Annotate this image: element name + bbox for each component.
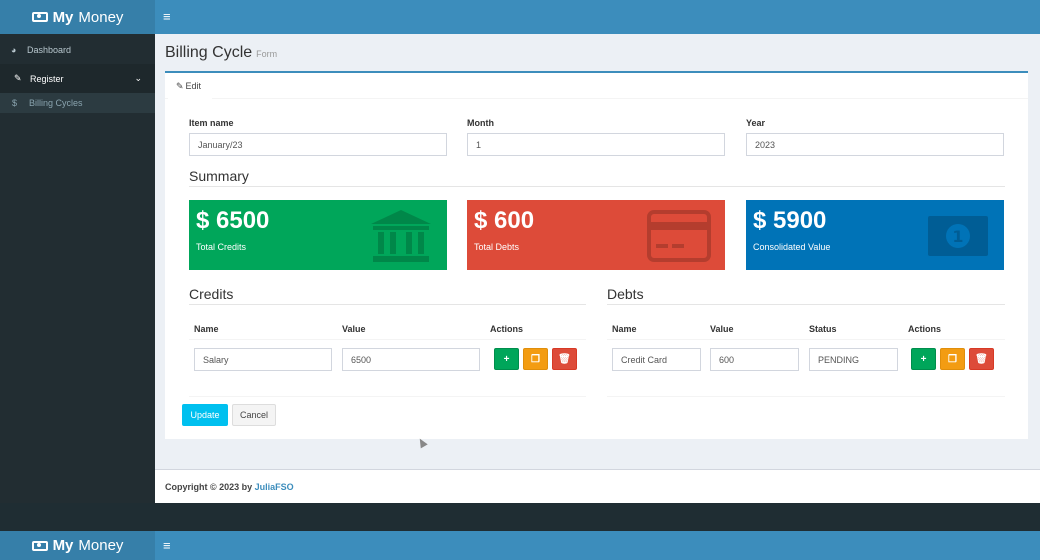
sidebar-subitem-billing-cycles[interactable]: $ Billing Cycles xyxy=(0,93,155,113)
delete-debt-button[interactable]: 🗑 xyxy=(969,348,994,370)
plus-icon: + xyxy=(920,353,927,365)
footer: Copyright © 2023 by JuliaFSO xyxy=(155,469,1040,503)
debts-header-value: Value xyxy=(710,324,734,334)
cancel-button[interactable]: Cancel xyxy=(232,404,276,426)
credits-legend: Credits xyxy=(189,286,586,305)
money-icon xyxy=(31,540,48,551)
clone-icon: ❐ xyxy=(531,353,540,365)
credits-header-divider xyxy=(189,339,586,340)
dashboard-icon: ◕ xyxy=(11,44,17,55)
debts-footer-divider xyxy=(607,396,1005,397)
logo-text: Money xyxy=(78,537,124,554)
logo-text: Money xyxy=(78,8,124,26)
app-window: My Money ≡ ◕ Dashboard ✎ Register ⌄ $ Bi… xyxy=(0,0,1040,503)
trash-icon: 🗑 xyxy=(558,353,571,365)
credits-header-value: Value xyxy=(342,324,366,334)
summary-legend: Summary xyxy=(189,168,1005,187)
year-input[interactable]: 2023 xyxy=(746,133,1004,156)
sidebar: ◕ Dashboard ✎ Register ⌄ $ Billing Cycle… xyxy=(0,34,155,503)
total-credits-label: Total Credits xyxy=(196,242,247,252)
logo-bold: My xyxy=(52,8,74,26)
add-debt-button[interactable]: + xyxy=(911,348,936,370)
dollar-icon: $ xyxy=(12,98,18,108)
bank-icon xyxy=(371,210,431,262)
item-name-label: Item name xyxy=(189,118,234,128)
total-credits-card: $ 6500 Total Credits xyxy=(189,200,447,270)
footer-copyright: Copyright © 2023 by xyxy=(165,481,253,492)
debt-status-input[interactable]: PENDING xyxy=(809,348,898,371)
sidebar-item-dashboard[interactable]: ◕ Dashboard xyxy=(0,35,155,64)
update-button[interactable]: Update xyxy=(182,404,228,426)
credit-card-icon xyxy=(647,210,711,262)
svg-text:1: 1 xyxy=(952,227,963,246)
delete-credit-button[interactable]: 🗑 xyxy=(552,348,577,370)
trash-icon: 🗑 xyxy=(975,353,988,365)
sidebar-item-label: Dashboard xyxy=(27,44,72,55)
money-icon: 1 xyxy=(928,216,988,256)
clone-debt-button[interactable]: ❐ xyxy=(940,348,965,370)
page-header: Billing Cycle Form xyxy=(165,44,277,62)
debts-header-actions: Actions xyxy=(908,324,942,334)
page-title: Billing Cycle xyxy=(165,44,253,61)
total-debts-card: $ 600 Total Debts xyxy=(467,200,725,270)
debt-name-input[interactable]: Credit Card xyxy=(612,348,701,371)
consolidated-value-card: $ 5900 Consolidated Value 1 xyxy=(746,200,1004,270)
debts-legend: Debts xyxy=(607,286,1005,305)
debt-value-input[interactable]: 600 xyxy=(710,348,799,371)
credit-value-input[interactable]: 6500 xyxy=(342,348,480,371)
tab-divider xyxy=(165,98,1028,99)
total-debts-value: $ 600 xyxy=(474,207,535,234)
second-window-navbar: My Money ≡ xyxy=(0,531,1040,560)
month-input[interactable]: 1 xyxy=(467,133,725,156)
chevron-down-icon: ⌄ xyxy=(134,73,142,83)
total-credits-value: $ 6500 xyxy=(196,207,270,234)
credit-name-input[interactable]: Salary xyxy=(194,348,332,371)
consolidated-value: $ 5900 xyxy=(753,207,827,234)
consolidated-value-label: Consolidated Value xyxy=(753,242,831,252)
clone-credit-button[interactable]: ❐ xyxy=(523,348,548,370)
page-subtitle: Form xyxy=(256,49,278,59)
tab-edit[interactable]: ✎ Edit xyxy=(168,71,212,99)
sidebar-item-register[interactable]: ✎ Register ⌄ xyxy=(0,64,155,93)
footer-brand-link[interactable]: JuliaFSO xyxy=(255,482,294,492)
logo[interactable]: My Money xyxy=(0,531,155,560)
logo-bold: My xyxy=(52,537,74,554)
sidebar-subitem-label: Billing Cycles xyxy=(29,98,83,108)
credits-header-name: Name xyxy=(194,324,219,334)
money-icon xyxy=(31,12,48,22)
sidebar-item-label: Register xyxy=(30,73,64,84)
credits-footer-divider xyxy=(189,396,586,397)
top-navbar: My Money ≡ xyxy=(0,0,1040,34)
form-box: ✎ Edit Item name January/23 Month 1 Year… xyxy=(165,71,1028,439)
debts-header-divider xyxy=(607,339,1005,340)
bars-icon[interactable]: ≡ xyxy=(163,538,171,553)
credits-header-actions: Actions xyxy=(490,324,524,334)
month-label: Month xyxy=(467,118,494,128)
total-debts-label: Total Debts xyxy=(474,242,520,252)
year-label: Year xyxy=(746,118,766,128)
debts-header-name: Name xyxy=(612,324,637,334)
tab-label: Edit xyxy=(185,81,202,91)
pencil-icon: ✎ xyxy=(176,80,184,91)
debts-header-status: Status xyxy=(809,324,837,334)
clone-icon: ❐ xyxy=(948,353,957,365)
logo[interactable]: My Money xyxy=(0,0,155,34)
item-name-input[interactable]: January/23 xyxy=(189,133,447,156)
add-credit-button[interactable]: + xyxy=(494,348,519,370)
bars-icon[interactable]: ≡ xyxy=(163,9,171,24)
plus-icon: + xyxy=(503,353,510,365)
edit-icon: ✎ xyxy=(14,73,22,83)
